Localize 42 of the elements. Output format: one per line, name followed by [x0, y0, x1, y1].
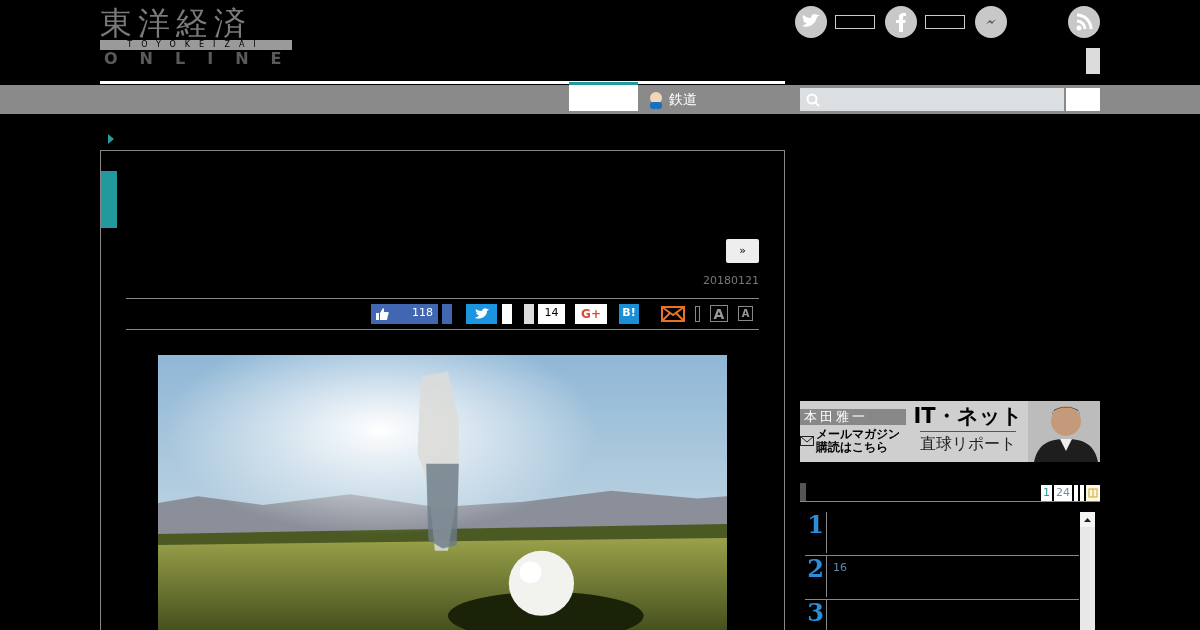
envelope-icon	[800, 436, 814, 446]
twitter-icon[interactable]	[795, 6, 827, 38]
scroll-up-icon[interactable]	[1080, 512, 1095, 527]
bird-icon	[474, 307, 489, 320]
ranking-header-accent	[800, 483, 806, 501]
rank-number: 3	[807, 600, 824, 626]
rank-number: 1	[807, 512, 824, 538]
count-bubble	[925, 15, 965, 29]
ranking-item-text[interactable]: 16	[827, 556, 847, 599]
ranking-tab[interactable]: 24	[1054, 485, 1072, 501]
count-bubble	[835, 15, 875, 29]
font-small-button[interactable]: A	[738, 306, 753, 321]
ranking-tab[interactable]: 1	[1041, 485, 1052, 501]
search-field[interactable]	[800, 88, 1064, 111]
tweet-button[interactable]	[466, 303, 497, 324]
breadcrumb-arrow-icon	[108, 134, 114, 144]
next-button[interactable]: »	[726, 239, 759, 263]
rss-icon[interactable]	[1068, 6, 1100, 38]
logo-subtitle[interactable]: TOYOKEIZAI	[100, 40, 292, 50]
logo-tagline[interactable]: ONLINE	[100, 50, 292, 68]
facebook-icon[interactable]	[885, 6, 917, 38]
gplus-button[interactable]: G+	[575, 303, 607, 324]
title-accent	[101, 171, 117, 228]
font-large-button[interactable]: A	[710, 305, 728, 322]
like-button[interactable]: 118	[371, 303, 438, 324]
chat-bubble-icon[interactable]	[975, 6, 1007, 38]
nav-tab[interactable]	[569, 82, 638, 111]
article-date: 20180121	[703, 273, 759, 289]
mail-icon[interactable]	[661, 305, 685, 322]
logo-title[interactable]: 東洋経済	[100, 6, 292, 40]
rank-number: 2	[807, 556, 824, 582]
scrollbar[interactable]	[1080, 512, 1095, 630]
thumbs-up-icon	[376, 307, 389, 320]
pocket-count: 14	[538, 303, 565, 324]
share-button[interactable]	[442, 303, 452, 324]
hatena-button[interactable]: B!	[619, 303, 639, 324]
nav-tab[interactable]: 鉄道	[637, 85, 707, 114]
pocket-button[interactable]	[524, 303, 534, 324]
count-bubble	[502, 303, 512, 324]
newsletter-banner[interactable]: 本田雅一 メールマガジン 購読はこちら IT・ネット 直球リポート	[800, 401, 1100, 462]
print-button[interactable]	[695, 305, 700, 322]
search-icon	[806, 92, 820, 107]
